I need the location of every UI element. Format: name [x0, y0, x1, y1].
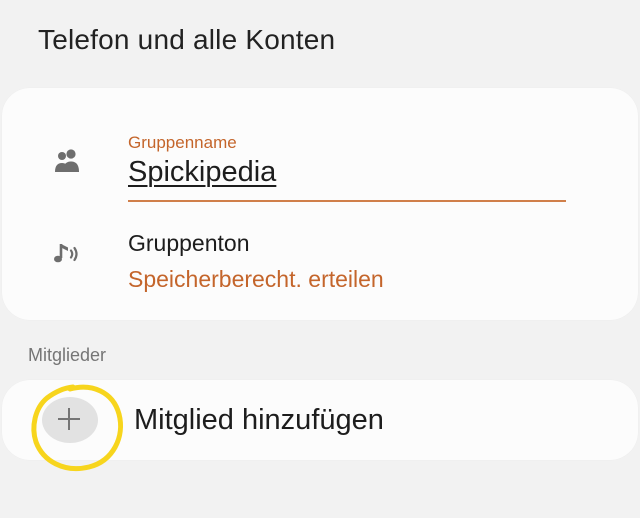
grant-storage-permission-link[interactable]: Speicherberecht. erteilen — [128, 266, 384, 293]
group-name-input[interactable]: Spickipedia — [128, 156, 276, 189]
people-icon — [52, 146, 82, 176]
account-selector[interactable]: Telefon und alle Konten — [38, 24, 335, 56]
group-name-underline — [128, 200, 566, 202]
members-section-label: Mitglieder — [28, 345, 107, 365]
music-note-icon — [51, 238, 81, 268]
add-member-label[interactable]: Mitglied hinzufügen — [134, 404, 384, 437]
group-name-label: Gruppenname — [128, 133, 237, 152]
plus-icon — [56, 404, 82, 434]
group-tone-label[interactable]: Gruppenton — [128, 230, 249, 257]
